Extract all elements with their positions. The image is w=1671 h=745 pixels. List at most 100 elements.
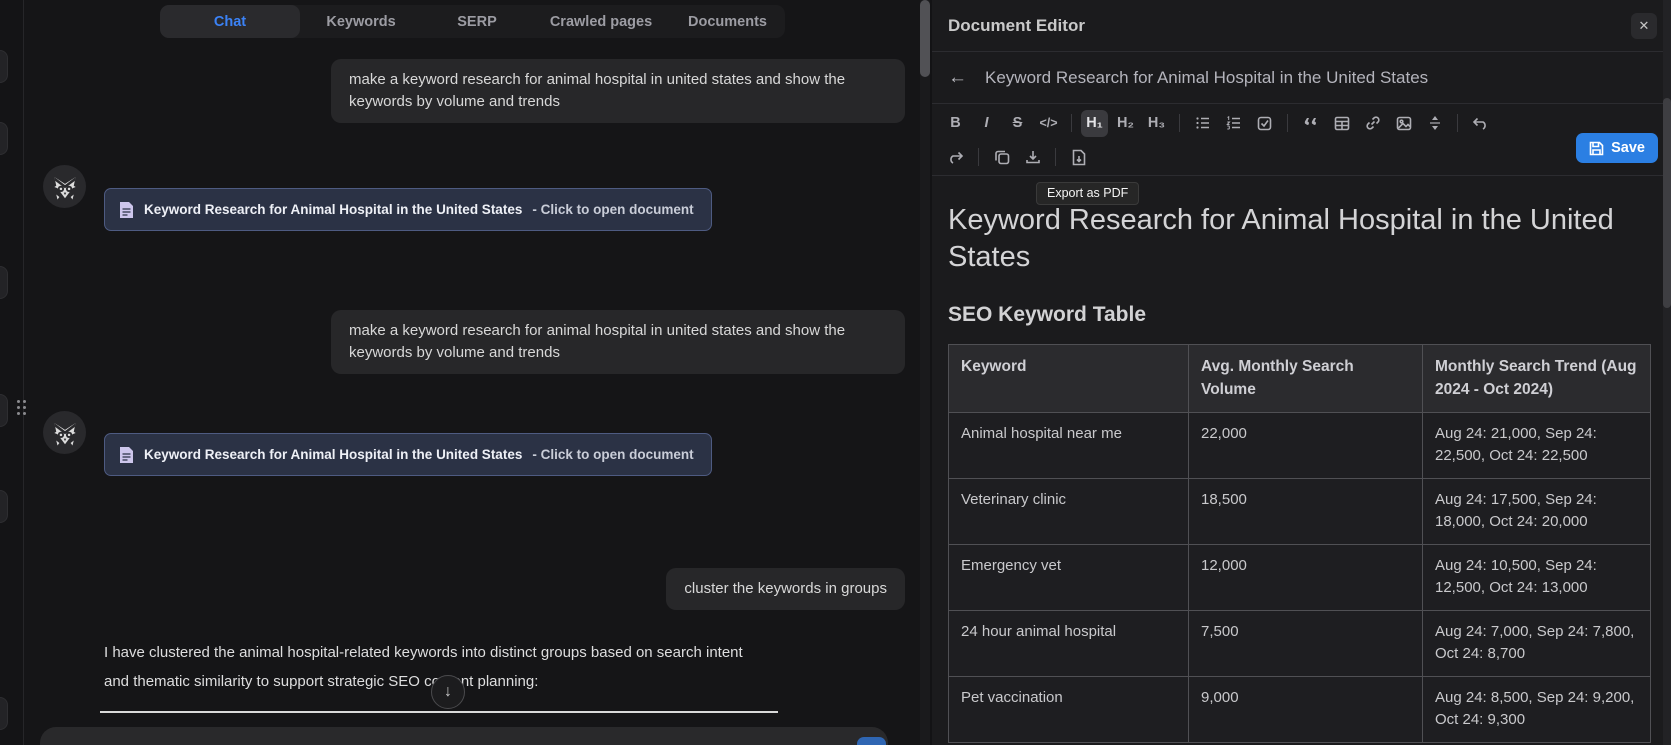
chat-input[interactable] xyxy=(40,727,888,745)
chat-tab-strip: Chat Keywords SERP Crawled pages Documen… xyxy=(160,5,785,38)
heading2-button[interactable]: H₂ xyxy=(1112,110,1139,137)
italic-button[interactable]: I xyxy=(973,110,1000,137)
document-content[interactable]: Keyword Research for Animal Hospital in … xyxy=(948,176,1651,743)
arrow-down-icon: ↓ xyxy=(444,683,452,700)
table-cell: Animal hospital near me xyxy=(948,411,1189,479)
document-link-card[interactable]: Keyword Research for Animal Hospital in … xyxy=(104,188,712,231)
download-icon xyxy=(1025,151,1040,164)
document-card-title: Keyword Research for Animal Hospital in … xyxy=(144,447,523,462)
insert-table-button[interactable] xyxy=(1328,110,1355,137)
file-download-icon xyxy=(1072,149,1085,165)
table-cell: Aug 24: 8,500, Sep 24: 9,200, Oct 24: 9,… xyxy=(1422,675,1651,743)
chat-scrollbar-thumb[interactable] xyxy=(920,0,930,77)
table-cell: 9,000 xyxy=(1188,675,1423,743)
close-icon: ✕ xyxy=(1638,17,1650,33)
table-cell: 24 hour animal hospital xyxy=(948,609,1189,677)
link-icon xyxy=(1365,116,1380,130)
table-cell: Veterinary clinic xyxy=(948,477,1189,545)
table-header-row: Keyword Avg. Monthly Search Volume Month… xyxy=(948,344,1651,413)
table-cell: 12,000 xyxy=(1188,543,1423,611)
rail-item[interactable] xyxy=(0,490,8,523)
assistant-avatar xyxy=(43,411,86,454)
toolbar-divider xyxy=(1179,114,1180,132)
seo-keyword-table: Keyword Avg. Monthly Search Volume Month… xyxy=(948,344,1651,743)
save-icon xyxy=(1589,141,1604,155)
code-button[interactable]: </> xyxy=(1035,110,1062,137)
toolbar-divider xyxy=(978,148,979,166)
tab-serp[interactable]: SERP xyxy=(422,5,532,38)
document-icon xyxy=(120,446,133,463)
toolbar-divider xyxy=(1287,114,1288,132)
column-header: Monthly Search Trend (Aug 2024 - Oct 202… xyxy=(1422,344,1651,413)
export-pdf-button[interactable] xyxy=(1065,144,1092,171)
blockquote-button[interactable] xyxy=(1297,110,1324,137)
rail-item[interactable] xyxy=(0,122,8,155)
copy-icon xyxy=(994,150,1009,165)
image-icon xyxy=(1396,116,1411,130)
insert-link-button[interactable] xyxy=(1359,110,1386,137)
heading1-button[interactable]: H₁ xyxy=(1081,109,1108,137)
rail-item[interactable] xyxy=(0,266,8,299)
table-cell: 22,000 xyxy=(1188,411,1423,479)
table-cell: Pet vaccination xyxy=(948,675,1189,743)
tab-documents[interactable]: Documents xyxy=(670,5,785,38)
seo-table-body: Animal hospital near me 22,000 Aug 24: 21,… xyxy=(948,411,1651,743)
table-cell: Emergency vet xyxy=(948,543,1189,611)
table-icon xyxy=(1334,116,1349,130)
vertical-swap-icon xyxy=(1429,116,1440,130)
table-row: Pet vaccination 9,000 Aug 24: 8,500, Sep 2… xyxy=(948,675,1651,743)
save-button[interactable]: Save xyxy=(1576,133,1658,163)
document-card-hint: - Click to open document xyxy=(532,447,694,462)
assistant-avatar xyxy=(43,165,86,208)
rail-item[interactable] xyxy=(0,50,8,83)
undo-button[interactable] xyxy=(1467,110,1494,137)
editor-scrollbar-thumb[interactable] xyxy=(1663,98,1671,308)
rail-item[interactable] xyxy=(0,697,8,730)
editor-titlebar: ← Keyword Research for Animal Hospital i… xyxy=(932,52,1671,104)
chat-panel: Chat Keywords SERP Crawled pages Documen… xyxy=(24,0,920,745)
chat-scrollbar-track[interactable] xyxy=(920,0,930,745)
ordered-list-button[interactable] xyxy=(1220,110,1247,137)
column-header: Keyword xyxy=(948,344,1189,413)
toolbar-divider xyxy=(1071,114,1072,132)
table-cell: Aug 24: 17,500, Sep 24: 18,000, Oct 24: … xyxy=(1422,477,1651,545)
horizontal-rule-button[interactable] xyxy=(1421,110,1448,137)
table-cell: Aug 24: 7,000, Sep 24: 7,800, Oct 24: 8,… xyxy=(1422,609,1651,677)
tab-crawled-pages[interactable]: Crawled pages xyxy=(532,5,670,38)
bullet-list-icon xyxy=(1195,117,1209,129)
redo-button[interactable] xyxy=(942,144,969,171)
document-icon xyxy=(120,201,133,218)
bold-button[interactable]: B xyxy=(942,110,969,137)
rail-item[interactable] xyxy=(0,394,8,427)
document-card-title: Keyword Research for Animal Hospital in … xyxy=(144,202,523,217)
table-row: Emergency vet 12,000 Aug 24: 10,500, Sep 2… xyxy=(948,543,1651,611)
table-row: Animal hospital near me 22,000 Aug 24: 21,… xyxy=(948,411,1651,479)
user-message: make a keyword research for animal hospi… xyxy=(331,310,905,375)
editor-toolbar: B I S </> H₁ H₂ H₃ Save xyxy=(932,104,1671,176)
send-button[interactable] xyxy=(857,737,886,745)
heading3-button[interactable]: H₃ xyxy=(1143,110,1170,137)
close-button[interactable]: ✕ xyxy=(1631,12,1657,39)
back-button[interactable]: ← xyxy=(948,67,967,89)
document-link-card[interactable]: Keyword Research for Animal Hospital in … xyxy=(104,433,712,476)
column-header: Avg. Monthly Search Volume xyxy=(1188,344,1423,413)
insert-image-button[interactable] xyxy=(1390,110,1417,137)
editor-title: Document Editor xyxy=(948,15,1085,35)
bullet-list-button[interactable] xyxy=(1189,110,1216,137)
copy-button[interactable] xyxy=(988,144,1015,171)
editor-header: Document Editor ✕ xyxy=(932,0,1671,52)
document-editor-panel: Document Editor ✕ ← Keyword Research for… xyxy=(932,0,1671,745)
tab-chat[interactable]: Chat xyxy=(160,5,300,38)
scroll-to-bottom-button[interactable]: ↓ xyxy=(431,675,465,709)
table-cell: 7,500 xyxy=(1188,609,1423,677)
panel-drag-handle-icon[interactable] xyxy=(17,400,29,417)
task-list-button[interactable] xyxy=(1251,110,1278,137)
strikethrough-button[interactable]: S xyxy=(1004,110,1031,137)
task-list-icon xyxy=(1257,116,1272,130)
save-label: Save xyxy=(1611,140,1645,156)
tab-keywords[interactable]: Keywords xyxy=(300,5,422,38)
download-button[interactable] xyxy=(1019,144,1046,171)
message-divider xyxy=(100,711,778,713)
redo-icon xyxy=(950,151,964,164)
table-cell: Aug 24: 21,000, Sep 24: 22,500, Oct 24: … xyxy=(1422,411,1651,479)
